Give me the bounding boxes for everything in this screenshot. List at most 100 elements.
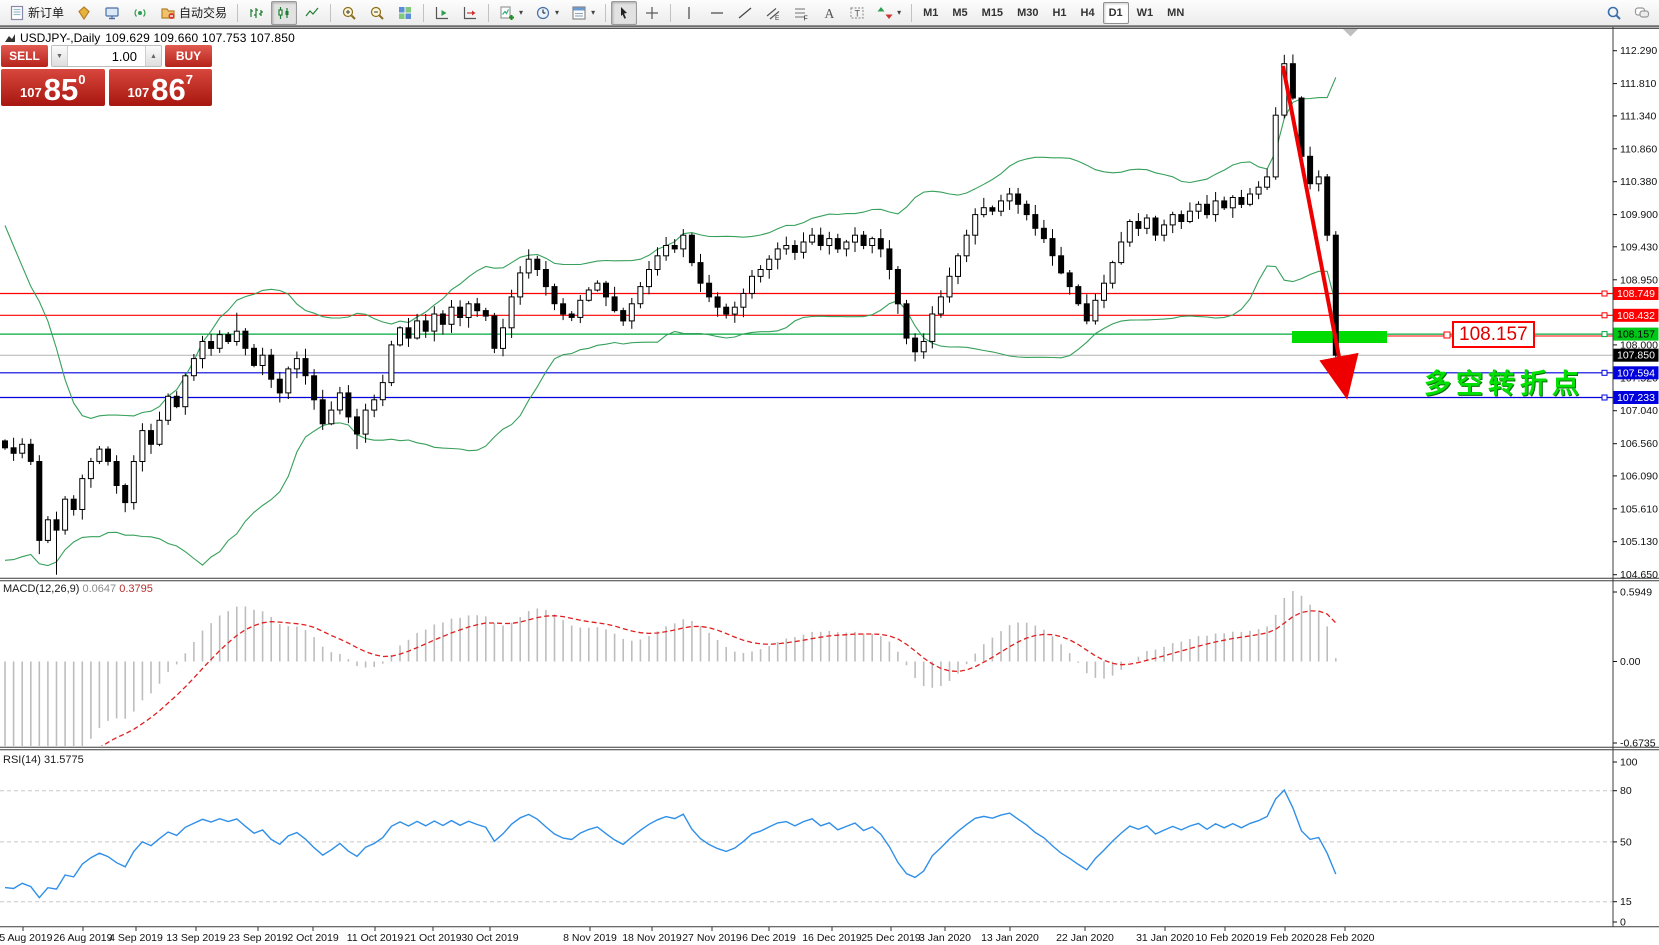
svg-text:30 Oct 2019: 30 Oct 2019: [461, 932, 518, 944]
turning-point-annotation: 多空转折点: [1424, 362, 1584, 401]
gem-icon: [76, 5, 92, 21]
svg-text:13 Sep 2019: 13 Sep 2019: [166, 932, 226, 944]
signals-icon: [132, 5, 148, 21]
buy-price-prefix: 107: [128, 85, 150, 100]
svg-text:A: A: [825, 6, 835, 21]
svg-text:15: 15: [1620, 896, 1632, 908]
svg-text:105.610: 105.610: [1620, 503, 1658, 515]
svg-text:T: T: [855, 8, 861, 18]
tile-icon: [397, 5, 413, 21]
equidistant-channel-button[interactable]: E: [760, 1, 786, 25]
volume-decrease-button[interactable]: ▼: [52, 46, 68, 66]
market-button[interactable]: 自动交易: [155, 1, 232, 25]
buy-button[interactable]: BUY: [165, 45, 212, 67]
zoom-in-button[interactable]: [336, 1, 362, 25]
chevron-down-icon[interactable]: ▾: [897, 8, 901, 17]
hline-icon: [709, 5, 725, 21]
market-label: 自动交易: [179, 4, 227, 21]
timeframe-m30-button[interactable]: M30: [1011, 2, 1044, 24]
chevron-down-icon[interactable]: ▾: [591, 8, 595, 17]
timeframe-h4-button[interactable]: H4: [1075, 2, 1101, 24]
toolbar-separator: [423, 4, 424, 22]
toolbar-separator: [911, 4, 912, 22]
chart-bars-button[interactable]: [243, 1, 269, 25]
svg-text:108.157: 108.157: [1617, 329, 1655, 341]
new-order-button[interactable]: 新订单: [4, 1, 69, 25]
volume-stepper: ▼ ▲: [51, 45, 162, 67]
svg-text:100: 100: [1620, 757, 1638, 769]
text-button[interactable]: A: [816, 1, 842, 25]
indicators-button[interactable]: ▾: [494, 1, 528, 25]
main-toolbar: 新订单 自动交易 ▾ ▾ ▾ E F A T ▾ M1M5M15M30H1H4D1W1MN: [0, 0, 1659, 26]
buy-price-button[interactable]: 107 86 7: [109, 69, 213, 106]
virtual-hosting-button[interactable]: [99, 1, 125, 25]
chevron-down-icon[interactable]: ▾: [555, 8, 559, 17]
auto-scroll-button[interactable]: [429, 1, 455, 25]
volume-input[interactable]: [68, 46, 145, 66]
text-icon: A: [821, 5, 837, 21]
svg-text:F: F: [804, 15, 808, 21]
svg-text:2 Oct 2019: 2 Oct 2019: [287, 932, 339, 944]
trendline-button[interactable]: [732, 1, 758, 25]
timeframe-m15-button[interactable]: M15: [976, 2, 1009, 24]
search-icon: [1606, 5, 1622, 21]
svg-text:107.233: 107.233: [1617, 392, 1655, 404]
svg-text:104.650: 104.650: [1620, 569, 1658, 581]
sell-price-prefix: 107: [20, 85, 42, 100]
vline-icon: [681, 5, 697, 21]
timeframe-mn-button[interactable]: MN: [1161, 2, 1190, 24]
zoom-out-button[interactable]: [364, 1, 390, 25]
clock-icon: [535, 5, 551, 21]
chevron-down-icon[interactable]: ▾: [519, 8, 523, 17]
timeframe-h1-button[interactable]: H1: [1046, 2, 1072, 24]
chart-line-button[interactable]: [299, 1, 325, 25]
buy-price-sup: 7: [186, 72, 193, 87]
svg-text:10 Feb 2020: 10 Feb 2020: [1196, 932, 1255, 944]
chart-background: [0, 26, 1659, 945]
fibonacci-button[interactable]: F: [788, 1, 814, 25]
svg-text:112.290: 112.290: [1620, 45, 1657, 57]
chat-icon: [1634, 5, 1650, 21]
community-button[interactable]: [1629, 1, 1655, 25]
timeframe-m5-button[interactable]: M5: [946, 2, 973, 24]
svg-text:6 Dec 2019: 6 Dec 2019: [742, 932, 796, 944]
svg-text:3 Jan 2020: 3 Jan 2020: [919, 932, 971, 944]
chart-window-icon[interactable]: [5, 33, 15, 43]
templates-button[interactable]: ▾: [566, 1, 600, 25]
sell-button[interactable]: SELL: [1, 45, 48, 67]
horizontal-line-button[interactable]: [704, 1, 730, 25]
zoom-in-icon: [341, 5, 357, 21]
crosshair-button[interactable]: [639, 1, 665, 25]
market-icon: [160, 5, 176, 21]
timeframe-w1-button[interactable]: W1: [1131, 2, 1160, 24]
shift-icon: [462, 5, 478, 21]
svg-text:108.432: 108.432: [1617, 310, 1655, 322]
search-button[interactable]: [1601, 1, 1627, 25]
macd-label: MACD(12,26,9) 0.0647 0.3795: [3, 583, 153, 595]
svg-text:111.340: 111.340: [1620, 110, 1657, 122]
svg-text:110.380: 110.380: [1620, 176, 1657, 188]
sell-price-button[interactable]: 107 85 0: [1, 69, 105, 106]
svg-text:31 Jan 2020: 31 Jan 2020: [1136, 932, 1194, 944]
timeframe-m1-button[interactable]: M1: [917, 2, 944, 24]
cursor-button[interactable]: [611, 1, 637, 25]
vertical-line-button[interactable]: [676, 1, 702, 25]
bars-icon: [248, 5, 264, 21]
text-label-button[interactable]: T: [844, 1, 870, 25]
price-tag-label: 108.157: [1452, 321, 1535, 348]
svg-text:16 Dec 2019: 16 Dec 2019: [802, 932, 862, 944]
chart-candles-button[interactable]: [271, 1, 297, 25]
symbol-period-label: USDJPY-,Daily: [20, 31, 100, 45]
timeframe-d1-button[interactable]: D1: [1103, 2, 1129, 24]
periods-button[interactable]: ▾: [530, 1, 564, 25]
signals-button[interactable]: [127, 1, 153, 25]
tile-windows-button[interactable]: [392, 1, 418, 25]
svg-text:106.560: 106.560: [1620, 438, 1658, 450]
metaeditor-button[interactable]: [71, 1, 97, 25]
svg-text:0: 0: [1620, 917, 1626, 929]
volume-increase-button[interactable]: ▲: [145, 46, 161, 66]
shapes-button[interactable]: ▾: [872, 1, 906, 25]
svg-text:23 Sep 2019: 23 Sep 2019: [228, 932, 288, 944]
svg-text:107.040: 107.040: [1620, 405, 1658, 417]
chart-shift-button[interactable]: [457, 1, 483, 25]
